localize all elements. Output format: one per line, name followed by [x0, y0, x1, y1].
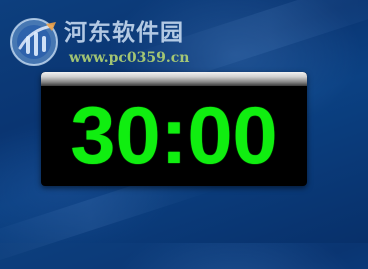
hedong-logo-icon	[6, 14, 62, 70]
watermark-url: www.pc0359.cn	[69, 50, 190, 66]
timer-title-bar[interactable]	[41, 72, 307, 86]
timer-display: 30:00	[70, 90, 278, 181]
site-watermark: 河东软件园 www.pc0359.cn	[6, 5, 266, 67]
watermark-title: 河东软件园	[64, 20, 184, 46]
countdown-timer-window[interactable]: 30:00	[41, 72, 307, 186]
